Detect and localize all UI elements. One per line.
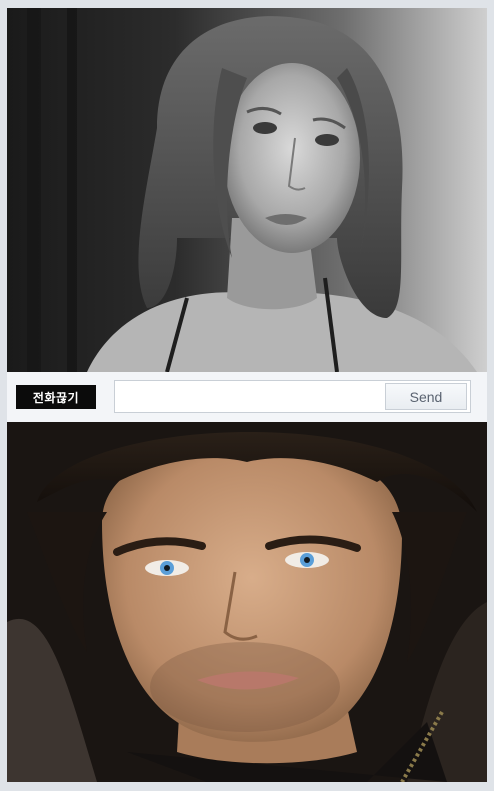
remote-video: [7, 8, 487, 372]
local-video: [7, 422, 487, 782]
hangup-button[interactable]: 전화끊기: [16, 385, 96, 409]
call-control-bar: 전화끊기 Send: [7, 372, 487, 422]
message-box: Send: [114, 380, 471, 413]
video-call-window: 전화끊기 Send: [0, 0, 494, 791]
send-button[interactable]: Send: [385, 383, 467, 410]
remote-video-image: [7, 8, 487, 372]
message-input[interactable]: [115, 381, 377, 412]
local-video-image: [7, 422, 487, 782]
